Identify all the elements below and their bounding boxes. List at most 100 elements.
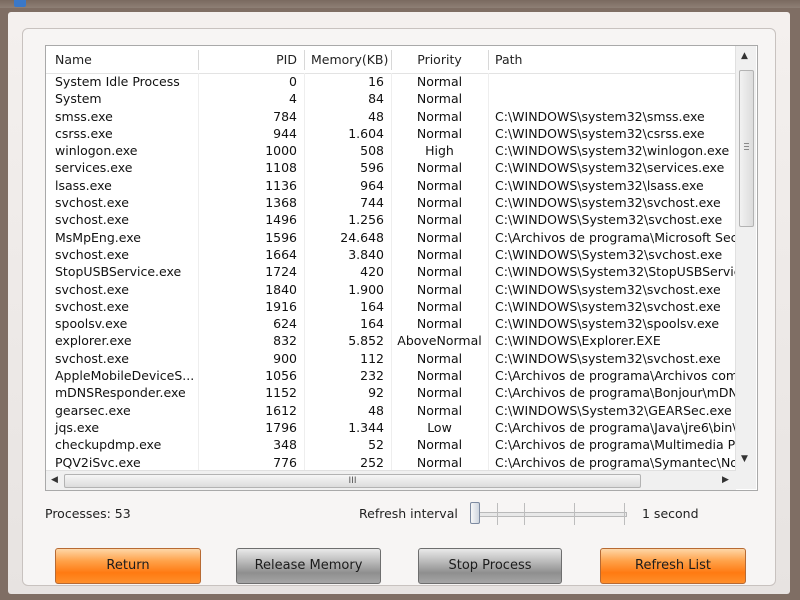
table-row[interactable]: jqs.exe 1796 1.344 Low C:\Archivos de progra… xyxy=(46,419,736,436)
refresh-list-button[interactable]: Refresh List xyxy=(600,548,746,584)
vertical-scrollbar[interactable]: ▲ ▼ xyxy=(735,46,756,470)
table-row[interactable]: services.exe 1108 596 Normal C:\WINDOWS\syst… xyxy=(46,159,736,176)
table-row[interactable]: explorer.exe 832 5.852 AboveNormal C:\WINDOW… xyxy=(46,332,736,349)
cell-memory: 5.852 xyxy=(348,333,384,349)
vertical-scroll-thumb[interactable] xyxy=(739,70,754,227)
cell-pid: 1496 xyxy=(265,212,297,228)
cell-path: C:\WINDOWS\system32\services.exe xyxy=(495,160,725,176)
cell-priority: Normal xyxy=(416,177,463,193)
cell-priority: AboveNormal xyxy=(397,333,482,349)
cell-name: gearsec.exe xyxy=(55,402,131,418)
arrow-right-icon[interactable]: ▶ xyxy=(722,475,729,485)
cell-path xyxy=(488,90,736,107)
column-header-memory[interactable]: Memory(KB) xyxy=(304,46,391,73)
cell-pid: 1108 xyxy=(265,160,297,176)
table-row[interactable]: spoolsv.exe 624 164 Normal C:\WINDOWS\system… xyxy=(46,315,736,332)
cell-name: jqs.exe xyxy=(55,419,100,435)
table-row[interactable]: StopUSBService.exe 1724 420 Normal C:\WINDOW… xyxy=(46,263,736,280)
slider-tick xyxy=(524,503,525,525)
cell-pid: 1840 xyxy=(265,281,297,297)
grip-line xyxy=(744,143,749,144)
cell-memory: 48 xyxy=(368,402,384,418)
cell-priority: Normal xyxy=(416,402,463,418)
horizontal-scroll-thumb[interactable]: III xyxy=(64,474,641,488)
cell-path: C:\Archivos de programa\Symantec\Norton … xyxy=(495,454,736,470)
grip-line xyxy=(744,146,749,147)
cell-name: winlogon.exe xyxy=(55,143,138,159)
cell-memory: 24.648 xyxy=(340,229,384,245)
cell-path: C:\WINDOWS\Explorer.EXE xyxy=(495,333,661,349)
cell-priority: Normal xyxy=(416,385,463,401)
table-row[interactable]: svchost.exe 1368 744 Normal C:\WINDOWS\syste… xyxy=(46,194,736,211)
cell-priority: Low xyxy=(427,419,452,435)
column-header-pid[interactable]: PID xyxy=(198,46,304,73)
cell-memory: 164 xyxy=(360,316,384,332)
cell-pid: 1612 xyxy=(265,402,297,418)
cell-memory: 16 xyxy=(368,74,384,89)
cell-pid: 1000 xyxy=(265,143,297,159)
table-row[interactable]: winlogon.exe 1000 508 High C:\WINDOWS\system… xyxy=(46,142,736,159)
table-row[interactable]: checkupdmp.exe 348 52 Normal C:\Archivos de … xyxy=(46,436,736,453)
cell-memory: 1.256 xyxy=(348,212,384,228)
slider-tick xyxy=(574,503,575,525)
table-row[interactable]: smss.exe 784 48 Normal C:\WINDOWS\system32\s… xyxy=(46,108,736,125)
cell-name: System xyxy=(55,91,102,107)
cell-pid: 1796 xyxy=(265,419,297,435)
cell-priority: Normal xyxy=(416,125,463,141)
table-row[interactable]: svchost.exe 1496 1.256 Normal C:\WINDOWS\Sys… xyxy=(46,211,736,228)
table-row[interactable]: csrss.exe 944 1.604 Normal C:\WINDOWS\system… xyxy=(46,125,736,142)
cell-priority: Normal xyxy=(416,264,463,280)
cell-name: svchost.exe xyxy=(55,281,129,297)
cell-path: C:\WINDOWS\system32\spoolsv.exe xyxy=(495,316,720,332)
slider-thumb[interactable] xyxy=(470,502,480,524)
cell-name: svchost.exe xyxy=(55,195,129,211)
cell-priority: Normal xyxy=(416,281,463,297)
table-row[interactable]: svchost.exe 1664 3.840 Normal C:\WINDOWS\Sys… xyxy=(46,246,736,263)
arrow-left-icon[interactable]: ◀ xyxy=(51,475,58,485)
cell-name: svchost.exe xyxy=(55,246,129,262)
cell-priority: High xyxy=(425,143,454,159)
return-button[interactable]: Return xyxy=(55,548,201,584)
table-row[interactable]: mDNSResponder.exe 1152 92 Normal C:\Archivos… xyxy=(46,384,736,401)
table-row[interactable]: AppleMobileDeviceS... 1056 232 Normal C:\Arc… xyxy=(46,367,736,384)
cell-memory: 84 xyxy=(368,91,384,107)
table-row[interactable]: System Idle Process 0 16 Normal xyxy=(46,73,736,90)
cell-memory: 232 xyxy=(360,368,384,384)
column-header-priority[interactable]: Priority xyxy=(391,46,488,73)
app-icon xyxy=(14,0,26,7)
column-header-name[interactable]: Name xyxy=(48,46,198,73)
cell-pid: 784 xyxy=(273,108,297,124)
release-memory-button[interactable]: Release Memory xyxy=(236,548,381,584)
arrow-down-icon[interactable]: ▼ xyxy=(741,454,748,464)
table-row[interactable]: gearsec.exe 1612 48 Normal C:\WINDOWS\System… xyxy=(46,402,736,419)
cell-pid: 0 xyxy=(289,74,297,89)
cell-priority: Normal xyxy=(416,160,463,176)
table-row[interactable]: svchost.exe 900 112 Normal C:\WINDOWS\system… xyxy=(46,350,736,367)
column-header-path[interactable]: Path xyxy=(488,46,736,73)
cell-pid: 1916 xyxy=(265,298,297,314)
slider-tick xyxy=(497,503,498,525)
process-list[interactable]: Name PID Memory(KB) Priority Path System… xyxy=(45,45,758,491)
cell-memory: 1.344 xyxy=(348,419,384,435)
cell-pid: 348 xyxy=(273,437,297,453)
table-row[interactable]: lsass.exe 1136 964 Normal C:\WINDOWS\system3… xyxy=(46,177,736,194)
table-row[interactable]: svchost.exe 1840 1.900 Normal C:\WINDOWS\sys… xyxy=(46,281,736,298)
table-row[interactable]: svchost.exe 1916 164 Normal C:\WINDOWS\syste… xyxy=(46,298,736,315)
table-row[interactable]: System 4 84 Normal xyxy=(46,90,736,107)
cell-path: C:\WINDOWS\system32\svchost.exe xyxy=(495,298,721,314)
refresh-interval-slider[interactable] xyxy=(470,512,627,517)
cell-memory: 744 xyxy=(360,195,384,211)
cell-priority: Normal xyxy=(416,316,463,332)
cell-name: System Idle Process xyxy=(55,74,180,89)
cell-memory: 508 xyxy=(360,143,384,159)
cell-memory: 112 xyxy=(360,350,384,366)
table-row[interactable]: PQV2iSvc.exe 776 252 Normal C:\Archivos de p… xyxy=(46,454,736,471)
arrow-up-icon[interactable]: ▲ xyxy=(741,51,748,61)
table-row[interactable]: MsMpEng.exe 1596 24.648 Normal C:\Archivos d… xyxy=(46,229,736,246)
horizontal-scrollbar[interactable]: ◀ III ▶ xyxy=(46,470,736,490)
stop-process-button[interactable]: Stop Process xyxy=(418,548,562,584)
cell-priority: Normal xyxy=(416,74,463,89)
cell-path: C:\Archivos de programa\Microsoft Securi… xyxy=(495,229,736,245)
scrollbar-corner xyxy=(736,470,756,489)
cell-path: C:\Archivos de programa\Java\jre6\bin\jq… xyxy=(495,419,736,435)
